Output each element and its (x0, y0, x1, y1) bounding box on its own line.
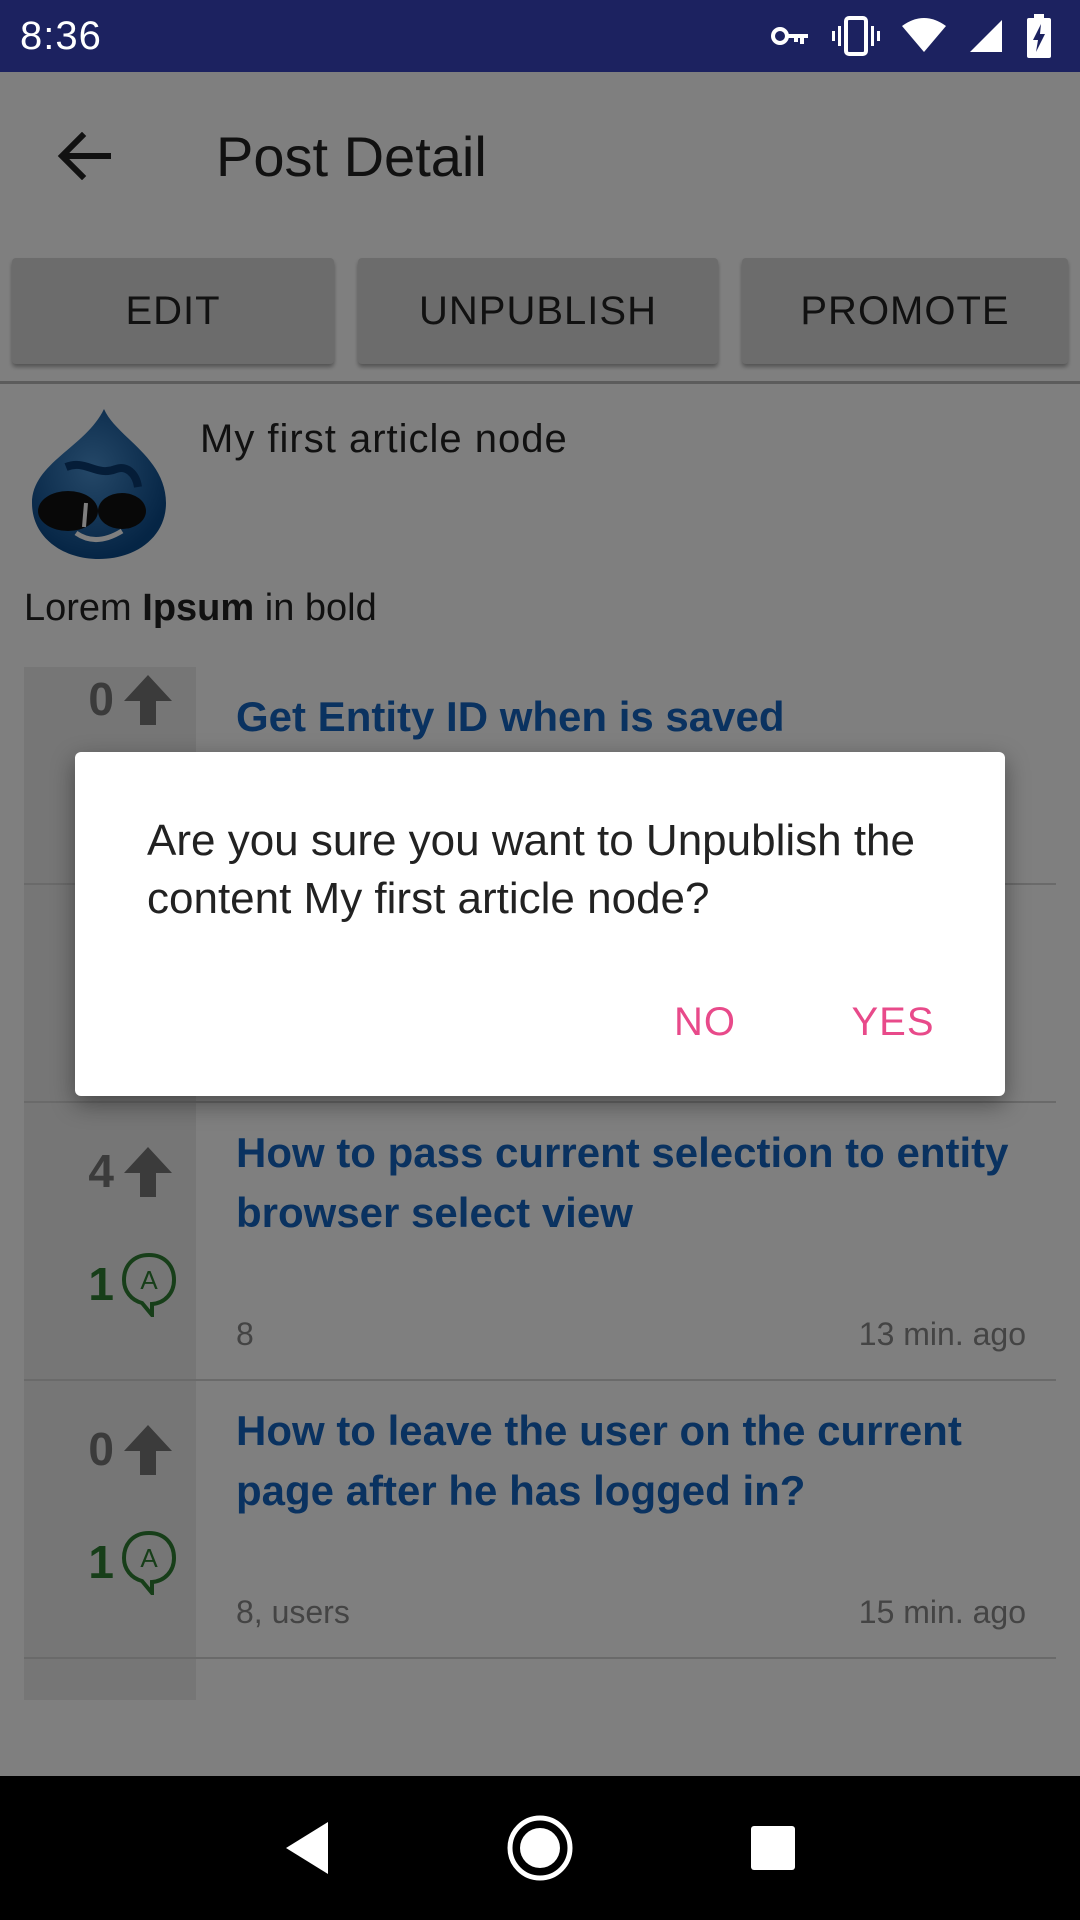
triangle-back-icon (285, 1822, 328, 1874)
yes-button[interactable]: YES (823, 982, 963, 1062)
dialog-message: Are you sure you want to Unpublish the c… (147, 816, 916, 923)
status-bar: 8:36 (0, 0, 1080, 72)
square-recents-icon (751, 1826, 796, 1870)
circle-home-icon (507, 1815, 573, 1881)
vibrate-icon (832, 16, 880, 56)
status-time: 8:36 (20, 13, 102, 58)
confirm-dialog: Are you sure you want to Unpublish the c… (75, 752, 1005, 1096)
signal-icon (968, 18, 1004, 54)
nav-home-button[interactable] (480, 1788, 600, 1908)
vpn-key-icon (770, 24, 810, 48)
system-nav-bar (0, 1776, 1080, 1920)
wifi-icon (902, 18, 946, 54)
nav-recents-button[interactable] (713, 1788, 833, 1908)
battery-charging-icon (1026, 14, 1052, 58)
nav-back-button[interactable] (247, 1788, 367, 1908)
no-button[interactable]: NO (635, 982, 775, 1062)
status-icons (770, 14, 1052, 58)
